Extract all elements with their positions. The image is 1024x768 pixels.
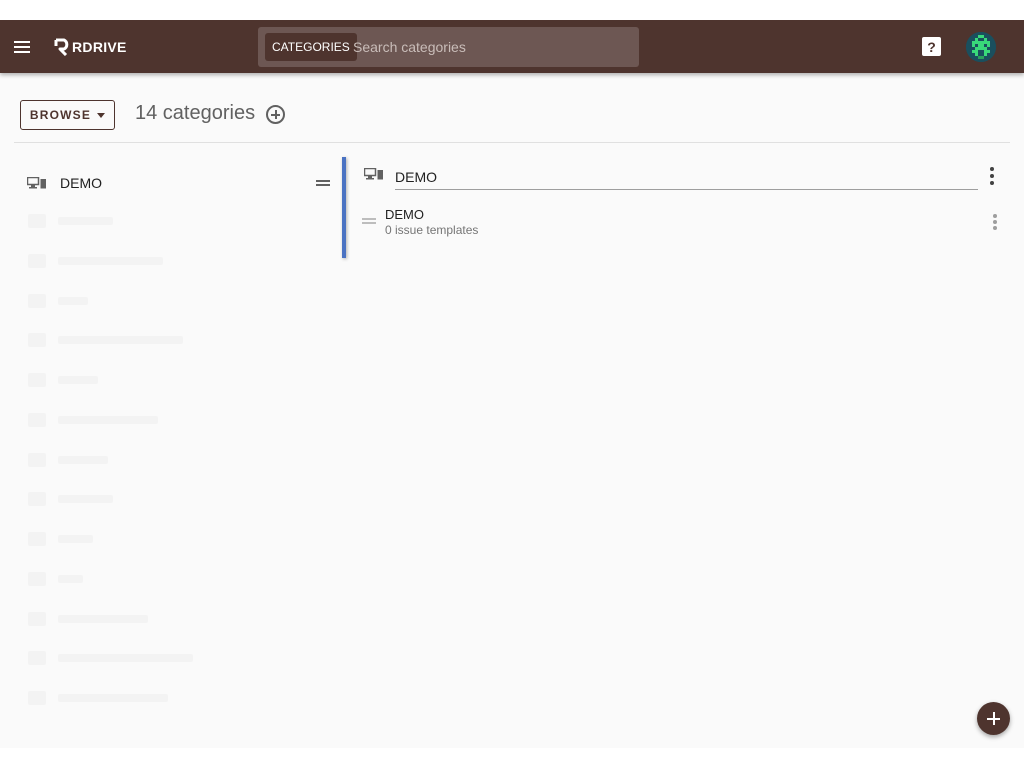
devices-icon <box>27 177 46 189</box>
search-bar: CATEGORIES <box>258 27 639 67</box>
drag-handle-icon[interactable] <box>362 218 376 224</box>
drag-handle-icon[interactable] <box>316 180 330 186</box>
category-label: DEMO <box>60 175 102 191</box>
hamburger-menu-icon[interactable] <box>12 36 34 58</box>
browse-label: BROWSE <box>29 108 92 122</box>
category-count: 14 categories <box>135 102 256 124</box>
app-root: RDRIVE CATEGORIES ? BROWSE 1 <box>0 20 1024 748</box>
add-circle-icon[interactable] <box>266 105 285 124</box>
help-icon[interactable]: ? <box>922 37 941 56</box>
caret-down-icon <box>97 112 106 118</box>
template-group-title[interactable]: DEMO <box>385 207 424 222</box>
devices-icon <box>364 168 383 180</box>
avatar-pixel-art <box>966 32 996 62</box>
category-title-input[interactable] <box>395 165 978 190</box>
avatar[interactable] <box>966 32 996 62</box>
top-app-bar: RDRIVE CATEGORIES ? <box>0 20 1024 73</box>
more-vert-icon[interactable] <box>989 167 995 185</box>
logo-mark-icon <box>54 38 69 56</box>
template-group-subtitle: 0 issue templates <box>385 223 479 237</box>
help-icon-glyph: ? <box>927 38 936 55</box>
category-list-item[interactable]: DEMO <box>14 162 342 202</box>
logo-text: RDRIVE <box>72 39 127 55</box>
add-fab-button[interactable] <box>977 702 1010 735</box>
search-input[interactable] <box>353 33 631 61</box>
search-scope-chip[interactable]: CATEGORIES <box>265 33 357 61</box>
browse-dropdown-button[interactable]: BROWSE <box>20 100 115 130</box>
more-vert-icon[interactable] <box>992 214 998 232</box>
app-logo[interactable]: RDRIVE <box>54 36 127 58</box>
toolbar-divider <box>14 142 1010 143</box>
detail-panel-accent <box>342 157 346 258</box>
